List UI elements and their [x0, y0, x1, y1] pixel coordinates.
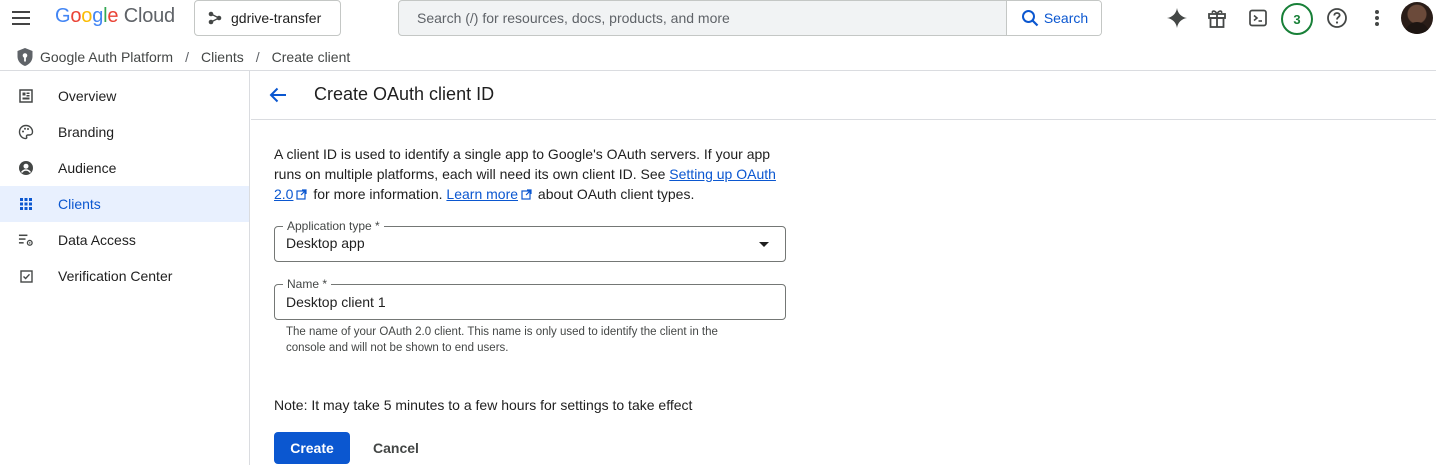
dropdown-arrow-icon: [759, 242, 769, 247]
name-input[interactable]: [275, 285, 785, 319]
breadcrumb-separator: /: [185, 49, 189, 65]
learn-more-link-label: Learn more: [446, 186, 519, 202]
menu-icon[interactable]: [10, 8, 34, 28]
sidebar-item-overview[interactable]: Overview: [0, 78, 249, 114]
name-field: Name *: [274, 277, 786, 320]
page-header: Create OAuth client ID: [251, 71, 1436, 120]
top-bar: Google Cloud gdrive-transfer Search 3: [0, 0, 1436, 36]
sidebar-item-label: Data Access: [58, 232, 136, 248]
application-type-value: Desktop app: [286, 235, 365, 251]
logo-cloud: Cloud: [123, 5, 175, 27]
avatar[interactable]: [1401, 2, 1433, 34]
search-button[interactable]: Search: [1006, 1, 1101, 35]
page-title: Create OAuth client ID: [314, 84, 495, 104]
breadcrumb-clients[interactable]: Clients: [201, 49, 244, 65]
create-button[interactable]: Create: [274, 432, 350, 464]
palette-icon: [18, 124, 34, 140]
breadcrumb-separator: /: [255, 49, 260, 65]
notifications-badge[interactable]: 3: [1281, 3, 1313, 35]
external-link-icon: [296, 189, 308, 200]
project-icon: [208, 11, 222, 25]
search-icon: [1021, 10, 1039, 27]
help-icon[interactable]: [1325, 6, 1349, 30]
search-bar: Search: [398, 0, 1102, 36]
sidebar-item-audience[interactable]: Audience: [0, 150, 249, 186]
name-hint: The name of your OAuth 2.0 client. This …: [286, 326, 718, 354]
search-input[interactable]: [399, 1, 1006, 35]
sidebar-item-data-access[interactable]: Data Access: [0, 222, 249, 258]
breadcrumb: Google Auth Platform / Clients / Create …: [0, 42, 1436, 71]
settings-note: Note: It may take 5 minutes to a few hou…: [274, 397, 693, 413]
breadcrumb-google-auth-platform[interactable]: Google Auth Platform: [40, 49, 173, 65]
shield-icon: [17, 48, 33, 66]
back-arrow-icon[interactable]: [268, 85, 288, 105]
gemini-icon[interactable]: [1165, 6, 1189, 30]
description-text: for more information.: [313, 186, 443, 202]
logo-google: Google: [55, 5, 119, 27]
description: A client ID is used to identify a single…: [274, 144, 784, 204]
sidebar-item-verification-center[interactable]: Verification Center: [0, 258, 249, 294]
name-label: Name *: [283, 277, 332, 291]
google-cloud-logo[interactable]: Google Cloud: [55, 5, 175, 28]
sidebar-item-label: Verification Center: [58, 268, 173, 284]
more-vert-icon[interactable]: [1365, 6, 1389, 30]
cloud-shell-icon[interactable]: [1246, 6, 1270, 30]
sidebar: Overview Branding Audience Clients Data …: [0, 71, 250, 465]
project-name: gdrive-transfer: [231, 10, 322, 26]
gift-icon[interactable]: [1205, 6, 1229, 30]
learn-more-link[interactable]: Learn more: [446, 186, 518, 202]
description-text: about OAuth client types.: [537, 186, 695, 202]
external-link-icon: [521, 189, 532, 200]
sidebar-item-clients[interactable]: Clients: [0, 186, 249, 222]
sidebar-item-label: Branding: [58, 124, 115, 140]
account-circle-icon: [18, 160, 34, 176]
search-button-label: Search: [1043, 10, 1089, 26]
sidebar-item-branding[interactable]: Branding: [0, 114, 249, 150]
dashboard-icon: [18, 88, 34, 104]
cancel-button[interactable]: Cancel: [361, 432, 431, 464]
data-access-icon: [18, 232, 34, 248]
breadcrumb-create-client: Create client: [271, 49, 351, 65]
application-type-select[interactable]: Application type * Desktop app: [274, 219, 786, 262]
project-picker-button[interactable]: gdrive-transfer: [194, 0, 341, 36]
sidebar-item-label: Clients: [58, 196, 101, 212]
application-type-label: Application type *: [283, 219, 384, 233]
verified-checkbox-icon: [18, 268, 34, 284]
sidebar-item-label: Overview: [58, 88, 117, 104]
apps-grid-icon: [18, 196, 34, 212]
sidebar-item-label: Audience: [58, 160, 117, 176]
